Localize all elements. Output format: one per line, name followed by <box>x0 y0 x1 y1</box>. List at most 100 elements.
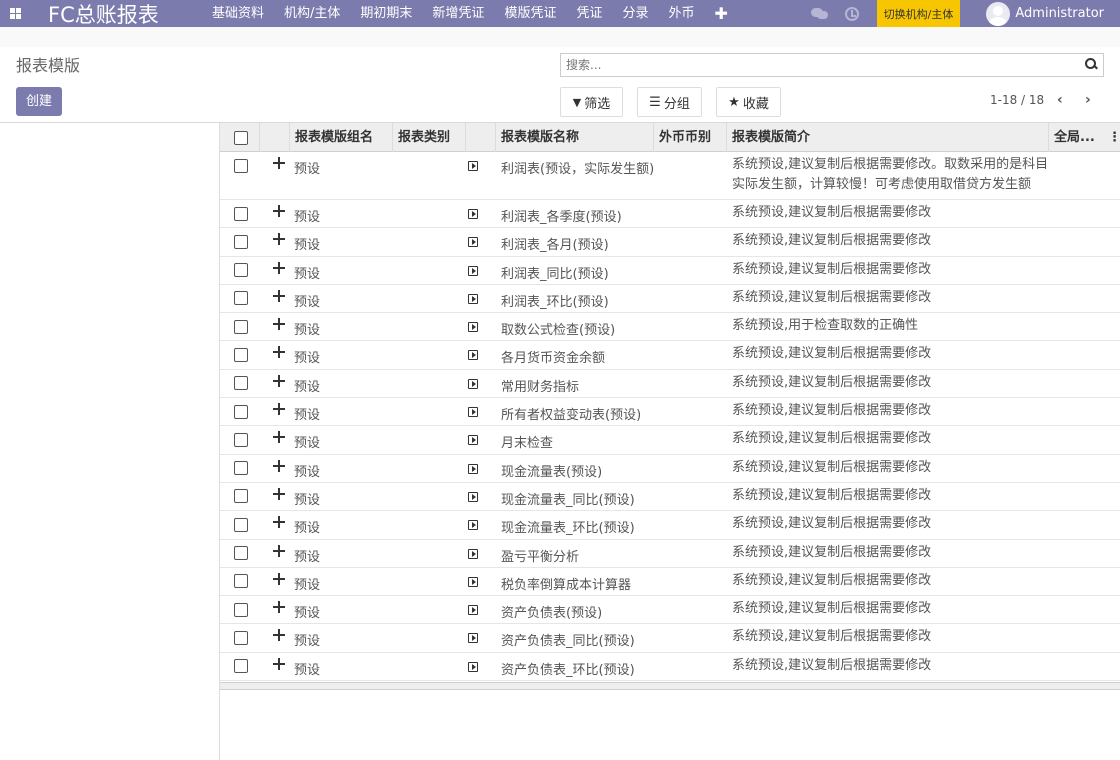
row-checkbox[interactable] <box>234 489 248 504</box>
table-row[interactable]: 预设 利润表_各月(预设) 系统预设,建议复制后根据需要修改 <box>220 228 1120 257</box>
chevron-right-icon[interactable]: › <box>1085 92 1091 108</box>
row-checkbox[interactable] <box>234 158 248 173</box>
open-record-button[interactable] <box>466 540 496 567</box>
drag-handle[interactable] <box>260 313 290 340</box>
drag-handle[interactable] <box>260 370 290 397</box>
row-checkbox[interactable] <box>234 347 248 362</box>
row-checkbox[interactable] <box>234 630 248 645</box>
open-record-button[interactable] <box>466 228 496 255</box>
row-checkbox[interactable] <box>234 319 248 334</box>
drag-handle[interactable] <box>260 398 290 425</box>
search-input[interactable] <box>561 54 1071 76</box>
row-checkbox[interactable] <box>234 404 248 419</box>
drag-handle[interactable] <box>260 341 290 368</box>
menu-item-entries[interactable]: 分录 <box>612 0 658 27</box>
open-record-button[interactable] <box>466 455 496 482</box>
open-record-button[interactable] <box>466 257 496 284</box>
menu-item-new-voucher[interactable]: 新增凭证 <box>422 0 494 27</box>
open-record-button[interactable] <box>466 200 496 227</box>
optional-columns-icon[interactable]: ⋮ <box>1108 123 1120 152</box>
row-checkbox[interactable] <box>234 602 248 617</box>
open-record-button[interactable] <box>466 511 496 538</box>
drag-handle[interactable] <box>260 483 290 510</box>
pager-value[interactable]: 1-18 / 18 <box>990 93 1044 107</box>
chevron-left-icon[interactable]: ‹ <box>1057 92 1063 108</box>
filter-button[interactable]: ▼ 筛选 <box>560 87 623 117</box>
app-brand[interactable]: FC总账报表 <box>48 0 198 29</box>
open-record-button[interactable] <box>466 313 496 340</box>
avatar[interactable] <box>986 1 1011 26</box>
open-record-button[interactable] <box>466 596 496 623</box>
drag-handle[interactable] <box>260 285 290 312</box>
row-checkbox[interactable] <box>234 432 248 447</box>
row-checkbox[interactable] <box>234 234 248 249</box>
open-record-button[interactable] <box>466 624 496 651</box>
table-row[interactable]: 预设 现金流量表_同比(预设) 系统预设,建议复制后根据需要修改 <box>220 483 1120 512</box>
drag-handle[interactable] <box>260 228 290 255</box>
group-by-button[interactable]: ☰ 分组 <box>637 87 702 117</box>
row-checkbox[interactable] <box>234 574 248 589</box>
row-checkbox[interactable] <box>234 206 248 221</box>
menu-item-foreign-currency[interactable]: 外币 <box>658 0 704 27</box>
drag-handle[interactable] <box>260 568 290 595</box>
row-checkbox[interactable] <box>234 461 248 476</box>
column-header-type[interactable]: 报表类别 <box>393 123 466 152</box>
row-checkbox[interactable] <box>234 376 248 391</box>
select-all-checkbox[interactable] <box>234 130 248 145</box>
drag-handle[interactable] <box>260 511 290 538</box>
search-icon[interactable] <box>1085 58 1097 70</box>
open-record-button[interactable] <box>466 426 496 453</box>
open-record-button[interactable] <box>466 653 496 680</box>
column-header-currency[interactable]: 外币币别 <box>654 123 727 152</box>
user-menu[interactable]: Administrator <box>1015 6 1104 21</box>
apps-grid-icon[interactable] <box>0 0 30 27</box>
clock-icon[interactable] <box>844 6 859 21</box>
column-header-intro[interactable]: 报表模版简介 <box>727 123 1049 152</box>
row-checkbox[interactable] <box>234 659 248 674</box>
drag-handle[interactable] <box>260 257 290 284</box>
menu-item-voucher[interactable]: 凭证 <box>566 0 612 27</box>
menu-item-organization[interactable]: 机构/主体 <box>274 0 350 27</box>
table-row[interactable]: 预设 现金流量表(预设) 系统预设,建议复制后根据需要修改 <box>220 455 1120 483</box>
drag-handle[interactable] <box>260 596 290 623</box>
table-row[interactable]: 预设 月末检查 系统预设,建议复制后根据需要修改 <box>220 426 1120 455</box>
open-record-button[interactable] <box>466 341 496 368</box>
table-row[interactable]: 预设 利润表_同比(预设) 系统预设,建议复制后根据需要修改 <box>220 257 1120 285</box>
table-row[interactable]: 预设 税负率倒算成本计算器 系统预设,建议复制后根据需要修改 <box>220 568 1120 597</box>
table-row[interactable]: 预设 资产负债表_同比(预设) 系统预设,建议复制后根据需要修改 <box>220 624 1120 653</box>
table-row[interactable]: 预设 取数公式检查(预设) 系统预设,用于检查取数的正确性 <box>220 313 1120 342</box>
create-button[interactable]: 创建 <box>16 87 62 116</box>
table-row[interactable]: 预设 利润表_环比(预设) 系统预设,建议复制后根据需要修改 <box>220 285 1120 314</box>
table-row[interactable]: 预设 利润表(预设，实际发生额) 系统预设,建议复制后根据需要修改。取数采用的是科目… <box>220 152 1120 200</box>
open-record-button[interactable] <box>466 483 496 510</box>
drag-handle[interactable] <box>260 653 290 680</box>
open-record-button[interactable] <box>466 285 496 312</box>
column-header-name[interactable]: 报表模版名称 <box>496 123 654 152</box>
table-row[interactable]: 预设 各月货币资金余额 系统预设,建议复制后根据需要修改 <box>220 341 1120 370</box>
drag-handle[interactable] <box>260 455 290 482</box>
menu-item-basic-data[interactable]: 基础资料 <box>202 0 274 27</box>
row-checkbox[interactable] <box>234 517 248 532</box>
table-row[interactable]: 预设 所有者权益变动表(预设) 系统预设,建议复制后根据需要修改 <box>220 398 1120 427</box>
row-checkbox[interactable] <box>234 263 248 278</box>
menu-item-template-voucher[interactable]: 模版凭证 <box>494 0 566 27</box>
column-header-group[interactable]: 报表模版组名 <box>290 123 393 152</box>
row-checkbox[interactable] <box>234 291 248 306</box>
open-record-button[interactable] <box>466 152 496 199</box>
table-row[interactable]: 预设 盈亏平衡分析 系统预设,建议复制后根据需要修改 <box>220 540 1120 568</box>
drag-handle[interactable] <box>260 426 290 453</box>
drag-handle[interactable] <box>260 200 290 227</box>
drag-handle[interactable] <box>260 624 290 651</box>
table-row[interactable]: 预设 资产负债表_环比(预设) 系统预设,建议复制后根据需要修改 <box>220 653 1120 682</box>
switch-organization-button[interactable]: 切换机构/主体 <box>876 0 961 27</box>
table-row[interactable]: 预设 利润表_各季度(预设) 系统预设,建议复制后根据需要修改 <box>220 200 1120 229</box>
table-row[interactable]: 预设 常用财务指标 系统预设,建议复制后根据需要修改 <box>220 370 1120 399</box>
favorites-button[interactable]: ★ 收藏 <box>716 87 781 117</box>
plus-icon[interactable]: ✚ <box>705 0 738 27</box>
open-record-button[interactable] <box>466 398 496 425</box>
table-row[interactable]: 预设 现金流量表_环比(预设) 系统预设,建议复制后根据需要修改 <box>220 511 1120 540</box>
chat-icon[interactable] <box>810 7 829 20</box>
menu-item-period[interactable]: 期初期末 <box>350 0 422 27</box>
open-record-button[interactable] <box>466 568 496 595</box>
open-record-button[interactable] <box>466 370 496 397</box>
